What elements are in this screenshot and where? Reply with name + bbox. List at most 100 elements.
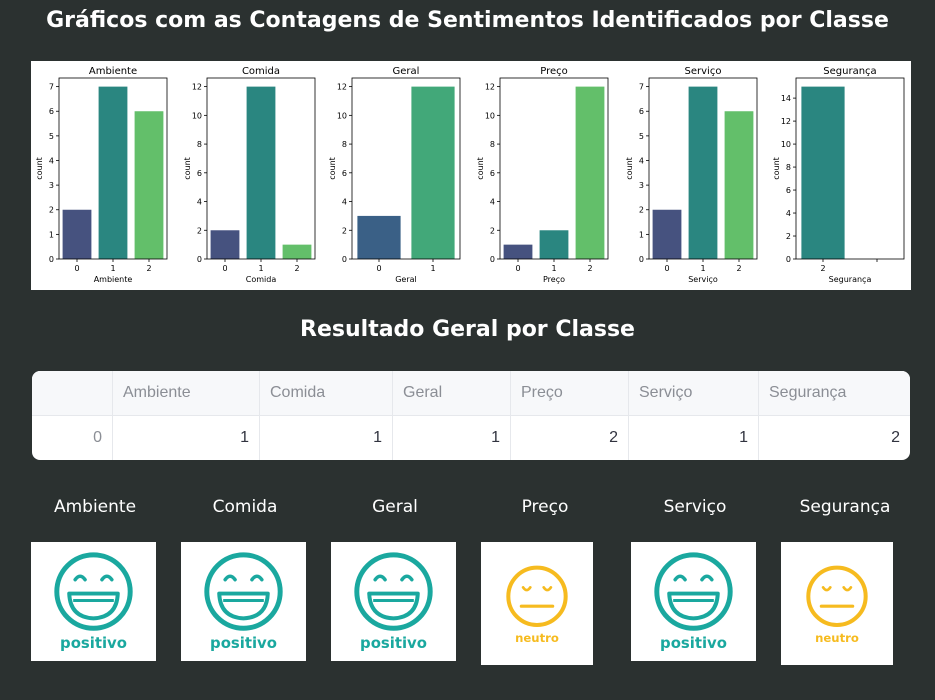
y-tick-label: 10 [781,140,791,149]
bar-2 [134,111,164,259]
table-cell[interactable]: 2 [510,415,629,460]
x-tick-label: 0 [376,264,381,273]
happy-face-icon [54,552,133,631]
class-label-servico: Serviço [663,497,727,517]
y-tick-label: 8 [197,140,202,149]
class-label-preco: Preço [521,497,569,517]
x-tick-label: 2 [736,264,741,273]
chart-title: Geral [393,66,420,77]
y-tick-label: 12 [485,83,495,92]
y-tick-label: 6 [49,107,54,116]
y-tick-label: 4 [49,156,54,165]
bar-1 [411,86,455,259]
chart-0: Ambiente 0 1 2 3 4 5 6 7 0 1 2 Ambiente count [35,66,168,284]
chart-1: Comida0246810120 1 2Comidacount [183,66,316,284]
y-tick-label: 3 [49,181,54,190]
page-title: Gráficos com as Contagens de Sentimentos… [46,8,889,33]
y-tick-label: 2 [490,226,495,235]
bar-2 [282,244,312,259]
x-tick-label: 2 [146,264,151,273]
sentiment-card-neutro: neutro [481,542,593,665]
happy-face-icon [354,552,433,631]
y-tick-label: 2 [342,226,347,235]
table-header-row: Ambiente Comida Geral Preço Serviço Segu… [32,371,910,415]
chart-title: Comida [242,66,280,77]
y-tick-label: 2 [639,206,644,215]
x-tick-label: 1 [700,264,705,273]
chart-title: Ambiente [89,66,137,77]
class-label-geral: Geral [372,497,418,517]
charts-panel: Ambiente 0 1 2 3 4 5 6 7 0 1 2 Ambiente count Comida 0 2… [31,61,911,290]
x-tick-label: 2 [587,264,592,273]
column-header-comida[interactable]: Comida [259,371,393,415]
table-cell[interactable]: 1 [259,415,393,460]
table-cell[interactable]: 1 [628,415,759,460]
y-tick-label: 6 [786,186,791,195]
column-header-servico[interactable]: Serviço [628,371,759,415]
y-tick-label: 14 [781,94,791,103]
results-table[interactable]: Ambiente Comida Geral Preço Serviço Segu… [32,371,910,460]
sentiment-label: positivo [60,634,127,652]
column-header-geral[interactable]: Geral [392,371,511,415]
bar-0 [503,244,533,259]
y-tick-label: 4 [786,209,791,218]
y-tick-label: 8 [342,140,347,149]
y-axis-label: count [476,157,485,180]
y-tick-label: 0 [490,255,495,264]
class-label-comida: Comida [212,497,278,517]
y-tick-label: 10 [485,111,495,120]
y-tick-label: 6 [197,169,202,178]
bar-2 [575,86,605,259]
bar-0 [62,209,92,259]
y-tick-label: 8 [786,163,791,172]
chart-2: Geral 0 2 4 6 8 10 12 0 1 Geral count [328,66,461,284]
bar-0 [652,209,682,259]
happy-face-icon [204,552,283,631]
x-axis-label: Segurança [829,275,872,284]
table-cell[interactable]: 2 [759,415,911,460]
bar-1 [246,86,276,259]
y-tick-label: 0 [197,255,202,264]
y-tick-label: 2 [197,226,202,235]
table-cell[interactable]: 1 [392,415,511,460]
sentiment-card-positivo: positivo [31,542,156,661]
column-header-preco[interactable]: Preço [510,371,629,415]
sentiment-card-positivo: positivo [331,542,456,661]
y-tick-label: 0 [49,255,54,264]
x-tick-label: 1 [110,264,115,273]
happy-face-icon [654,552,733,631]
class-label-seguranca: Segurança [799,497,891,517]
y-tick-label: 10 [337,111,347,120]
y-tick-label: 2 [49,206,54,215]
y-tick-label: 12 [337,83,347,92]
y-tick-label: 7 [49,83,54,92]
column-header-index[interactable] [32,371,113,415]
y-tick-label: 6 [639,107,644,116]
x-axis-label: Preço [543,275,565,284]
y-tick-label: 1 [49,230,54,239]
column-header-ambiente[interactable]: Ambiente [112,371,260,415]
bar-2 [724,111,754,259]
chart-5: Segurança 0 2 4 6 8 10 12 14 2 Segurança count [772,66,905,284]
neutral-face-icon [806,565,868,628]
x-tick-label: 1 [258,264,263,273]
y-tick-label: 5 [49,132,54,141]
x-axis-label: Ambiente [94,275,133,284]
sentiment-label: neutro [815,631,859,645]
row-index-cell[interactable]: 0 [32,415,113,460]
column-header-seguranca[interactable]: Segurança [759,371,911,415]
table-cell[interactable]: 1 [112,415,260,460]
bar-1 [539,230,569,259]
y-tick-label: 12 [192,83,202,92]
x-tick-label: 0 [664,264,669,273]
y-tick-label: 3 [639,181,644,190]
y-tick-label: 6 [490,169,495,178]
x-axis-label: Serviço [688,275,718,284]
y-tick-label: 1 [639,230,644,239]
x-tick-label: 0 [222,264,227,273]
y-tick-label: 7 [639,83,644,92]
sentiment-label: positivo [660,634,727,652]
sentiment-card-neutro: neutro [781,542,893,665]
y-tick-label: 12 [781,117,791,126]
y-tick-label: 0 [342,255,347,264]
